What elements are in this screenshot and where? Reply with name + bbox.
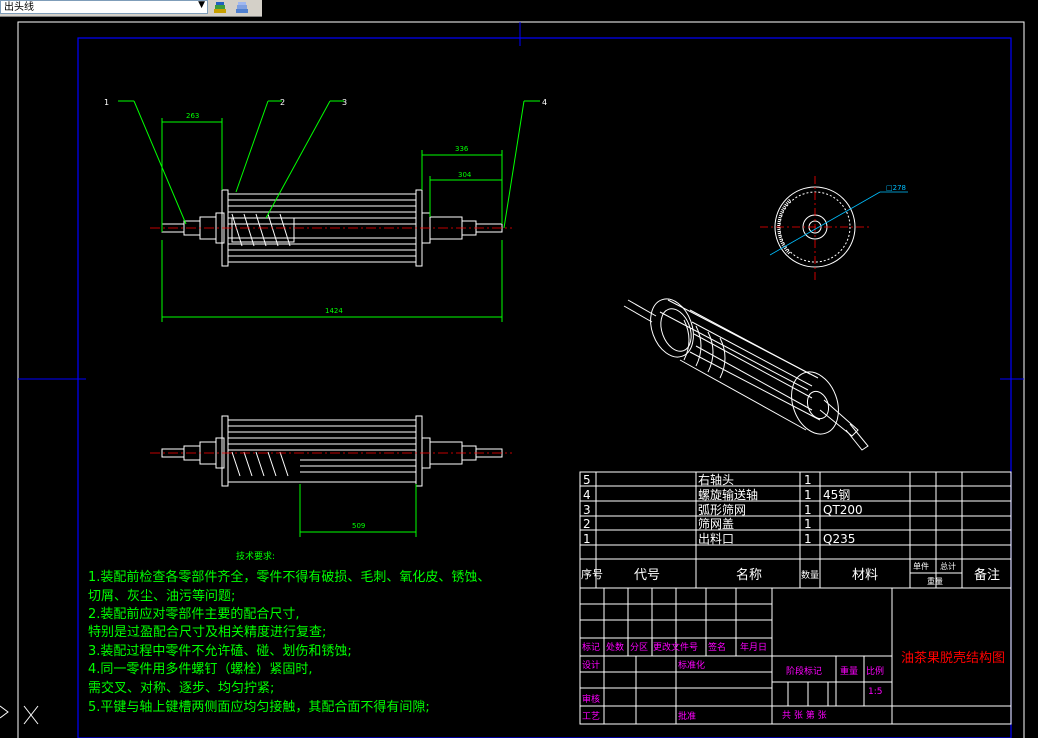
bom-row-1-qty: 1 [804,532,812,546]
ucs-icon [0,705,39,725]
tb-mark: 标记 [582,641,600,653]
tb-date: 年月日 [740,641,767,653]
dim-1424: 1424 [325,307,343,315]
dim-304: 304 [458,171,472,179]
tb-stage-mark: 阶段标记 [786,665,822,677]
bom-header-remark: 备注 [974,567,1000,583]
isometric-view [623,298,869,451]
bom-header-code: 代号 [634,568,660,583]
bom-row-2-name: 筛网盖 [698,516,734,531]
tb-design: 设计 [582,659,600,671]
tb-zone: 分区 [630,642,648,653]
bom-row-4-material: 45钢 [823,488,850,502]
tb-sheets: 共 张 第 张 [782,709,827,721]
bom-row-1-name: 出料口 [698,532,734,546]
tb-count: 处数 [606,641,624,653]
tb-weight: 重量 [840,665,858,677]
bom-header-qty: 数量 [801,569,819,581]
bom-header-total: 总计 [940,561,956,571]
tb-approve: 批准 [678,710,696,722]
bom-row-3-material: QT200 [823,503,863,517]
chevron-down-icon[interactable]: ▼ [198,0,205,10]
bom-header-weight: 重量 [927,576,943,586]
cad-drawing-canvas[interactable]: 263 336 304 1424 1 2 3 4 509 □278 技术要求: … [0,17,1038,738]
tech-line-4: 特别是过盈配合尺寸及相关精度进行复查; [88,624,326,640]
bom-row-1-no: 1 [583,532,591,546]
bom-header-material: 材料 [852,568,878,583]
tb-doc-no: 更改文件号 [653,641,698,653]
tb-standard: 标准化 [678,659,705,671]
tech-line-5: 3.装配过程中零件不允许磕、碰、划伤和锈蚀; [88,643,352,659]
lower-view-assembly [161,415,503,487]
dim-509: 509 [352,522,365,530]
layer-manager-icon[interactable] [234,0,251,14]
dim-278: □278 [886,184,906,192]
bom-row-3-name: 弧形筛网 [698,502,746,517]
callout-4: 4 [542,98,547,107]
tech-line-7: 需交叉、对称、逐步、均匀拧紧; [88,680,274,696]
bom-header-name: 名称 [736,567,762,583]
dim-263: 263 [186,112,199,120]
bom-row-3-no: 3 [583,503,591,517]
bom-row-1-material: Q235 [823,532,855,546]
bom-row-2-qty: 1 [804,517,812,531]
bom-header-unit: 单件 [913,561,929,571]
dim-336: 336 [455,145,469,153]
bom-row-4-qty: 1 [804,488,812,502]
bom-row-4-no: 4 [583,488,591,502]
bom-row-5-name: 右轴头 [698,472,734,487]
tech-line-8: 5.平键与轴上键槽两侧面应均匀接触，其配合面不得有间隙; [88,699,430,715]
tech-requirements: 技术要求: 1.装配前检查各零部件齐全，零件不得有破损、毛刺、氧化皮、锈蚀、 切… [88,550,490,715]
screw-flights [231,213,295,247]
tb-scale: 比例 [866,665,884,677]
callout-3: 3 [342,98,347,107]
tech-line-2: 切屑、灰尘、油污等问题; [88,588,235,604]
layer-toolbar: 出头线 ▼ [0,0,262,17]
bom-row-2-no: 2 [583,517,591,531]
callout-1: 1 [104,98,109,107]
tb-drawing-title: 油茶果脱壳结构图 [901,650,1005,666]
tech-line-6: 4.同一零件用多件螺钉（螺栓）紧固时, [88,661,313,677]
tb-process: 工艺 [582,711,600,722]
bom-row-5-qty: 1 [804,473,812,487]
bom-header-no: 序号 [581,567,603,581]
bom-row-4-name: 螺旋输送轴 [698,487,758,502]
callout-2: 2 [280,98,285,107]
lower-drum-ribs [228,425,416,473]
tb-scale-value: 1:5 [868,687,882,697]
bom-row-3-qty: 1 [804,503,812,517]
bom-row-5-no: 5 [583,473,591,487]
layer-dropdown[interactable]: 出头线 ▼ [0,0,208,14]
layer-dropdown-value: 出头线 [4,2,34,13]
tech-line-1: 1.装配前检查各零部件齐全，零件不得有破损、毛刺、氧化皮、锈蚀、 [88,569,490,585]
tb-review: 审核 [582,693,600,705]
tech-requirements-title: 技术要求: [236,550,275,562]
layer-states-icon[interactable] [212,0,229,14]
tech-line-3: 2.装配前应对零部件主要的配合尺寸, [88,606,300,622]
tb-sign: 签名 [708,641,726,653]
